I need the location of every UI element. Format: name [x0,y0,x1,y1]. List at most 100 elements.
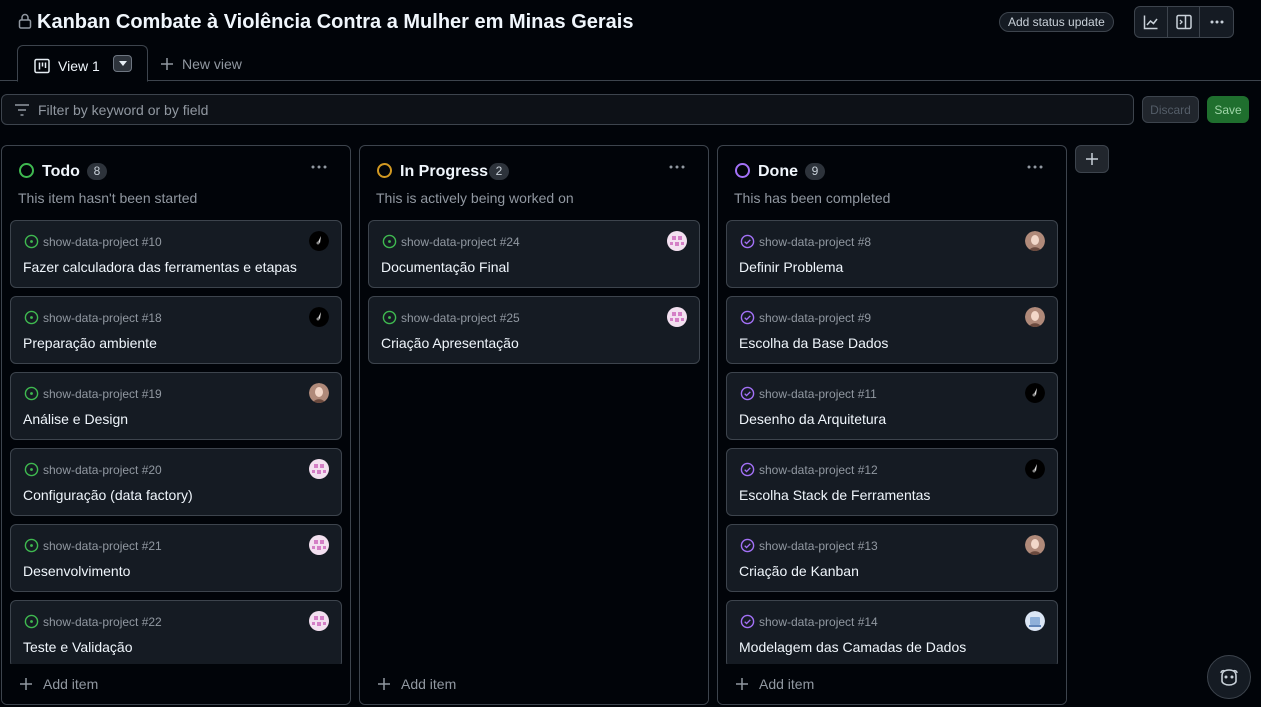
plus-icon [161,58,173,70]
item-count-badge: 2 [489,163,509,180]
new-view-label: New view [182,56,242,72]
column-menu-button[interactable] [1026,158,1044,181]
add-item-button[interactable]: Add item [735,676,814,692]
board-card[interactable]: show-data-project #24 Documentação Final [368,220,700,288]
view-options-button[interactable] [113,55,132,72]
board-card[interactable]: show-data-project #18 Preparação ambient… [10,296,342,364]
issue-reference-link[interactable]: show-data-project #25 [401,311,520,325]
assignee-avatar[interactable] [1025,535,1045,555]
side-panel-button[interactable] [1168,7,1201,37]
card-title[interactable]: Definir Problema [739,259,843,275]
column-footer: Add item [360,664,708,704]
board-card[interactable]: show-data-project #14 Modelagem das Cama… [726,600,1058,668]
card-title[interactable]: Documentação Final [381,259,509,275]
project-toolbar [1134,6,1234,38]
plus-icon [20,678,32,690]
add-column-button[interactable] [1075,145,1109,173]
issue-reference-link[interactable]: show-data-project #11 [759,387,877,401]
issue-open-icon [24,538,39,553]
card-title[interactable]: Desenho da Arquitetura [739,411,886,427]
issue-reference-link[interactable]: show-data-project #19 [43,387,162,401]
card-title[interactable]: Teste e Validação [23,639,132,655]
board-card[interactable]: show-data-project #9 Escolha da Base Dad… [726,296,1058,364]
assignee-avatar[interactable] [309,383,329,403]
assignee-avatar[interactable] [309,611,329,631]
card-title[interactable]: Modelagem das Camadas de Dados [739,639,966,655]
more-options-button[interactable] [1200,7,1233,37]
column-menu-button[interactable] [310,158,328,181]
assignee-avatar[interactable] [309,459,329,479]
card-title[interactable]: Preparação ambiente [23,335,157,351]
add-status-update-button[interactable]: Add status update [999,12,1114,32]
column-title: In Progress [400,163,489,180]
column-in-progress: In Progress 2 This is actively being wor… [359,145,709,705]
board-card[interactable]: show-data-project #20 Configuração (data… [10,448,342,516]
add-item-button[interactable]: Add item [19,676,98,692]
assignee-avatar[interactable] [1025,307,1045,327]
card-title[interactable]: Escolha da Base Dados [739,335,888,351]
status-circle-icon [735,163,750,178]
board-card[interactable]: show-data-project #19 Análise e Design [10,372,342,440]
card-title[interactable]: Fazer calculadora das ferramentas e etap… [23,259,297,275]
column-footer: Add item [2,664,350,704]
plus-icon [1086,153,1098,165]
tab-view-1[interactable]: View 1 [17,45,148,82]
column-description: This has been completed [734,190,891,206]
assignee-avatar[interactable] [309,231,329,251]
board-card[interactable]: show-data-project #12 Escolha Stack de F… [726,448,1058,516]
assignee-avatar[interactable] [1025,231,1045,251]
add-item-label: Add item [401,676,457,692]
board-card[interactable]: show-data-project #13 Criação de Kanban [726,524,1058,592]
assignee-avatar[interactable] [1025,459,1045,479]
issue-closed-icon [740,386,755,401]
issue-reference-link[interactable]: show-data-project #22 [43,615,162,629]
column-menu-button[interactable] [668,158,686,181]
board-card[interactable]: show-data-project #10 Fazer calculadora … [10,220,342,288]
copilot-button[interactable] [1207,655,1251,699]
issue-reference-link[interactable]: show-data-project #24 [401,235,520,249]
issue-reference-link[interactable]: show-data-project #21 [43,539,162,553]
card-title[interactable]: Análise e Design [23,411,128,427]
item-count-badge: 8 [87,163,107,180]
column-header: Done 9 This has been completed [718,146,1066,216]
assignee-avatar[interactable] [1025,383,1045,403]
issue-reference-link[interactable]: show-data-project #18 [43,311,162,325]
assignee-avatar[interactable] [667,307,687,327]
issue-reference-link[interactable]: show-data-project #13 [759,539,878,553]
issue-reference-link[interactable]: show-data-project #8 [759,235,871,249]
issue-open-icon [24,234,39,249]
card-title[interactable]: Criação Apresentação [381,335,519,351]
filter-bar [1,94,1134,125]
card-title[interactable]: Escolha Stack de Ferramentas [739,487,930,503]
card-title[interactable]: Criação de Kanban [739,563,859,579]
card-title[interactable]: Desenvolvimento [23,563,130,579]
issue-reference-link[interactable]: show-data-project #12 [759,463,878,477]
kebab-horizontal-icon [311,165,327,169]
board-card[interactable]: show-data-project #22 Teste e Validação [10,600,342,668]
column-done: Done 9 This has been completed show-data… [717,145,1067,705]
issue-reference-link[interactable]: show-data-project #14 [759,615,878,629]
add-item-button[interactable]: Add item [377,676,456,692]
assignee-avatar[interactable] [309,535,329,555]
project-title: Kanban Combate à Violência Contra a Mulh… [37,11,634,33]
board-card[interactable]: show-data-project #25 Criação Apresentaç… [368,296,700,364]
assignee-avatar[interactable] [667,231,687,251]
filter-input[interactable] [38,101,1118,119]
new-view-button[interactable]: New view [160,56,242,72]
filter-icon [15,104,29,116]
save-button[interactable]: Save [1207,96,1249,123]
board-card[interactable]: show-data-project #8 Definir Problema [726,220,1058,288]
board-card[interactable]: show-data-project #11 Desenho da Arquite… [726,372,1058,440]
issue-open-icon [382,234,397,249]
issue-reference-link[interactable]: show-data-project #10 [43,235,162,249]
issue-reference-link[interactable]: show-data-project #9 [759,311,871,325]
assignee-avatar[interactable] [1025,611,1045,631]
column-title: Todo [42,163,80,180]
board-card[interactable]: show-data-project #21 Desenvolvimento [10,524,342,592]
issue-reference-link[interactable]: show-data-project #20 [43,463,162,477]
issue-closed-icon [740,234,755,249]
assignee-avatar[interactable] [309,307,329,327]
discard-button[interactable]: Discard [1142,96,1199,123]
card-title[interactable]: Configuração (data factory) [23,487,193,503]
insights-button[interactable] [1135,7,1168,37]
